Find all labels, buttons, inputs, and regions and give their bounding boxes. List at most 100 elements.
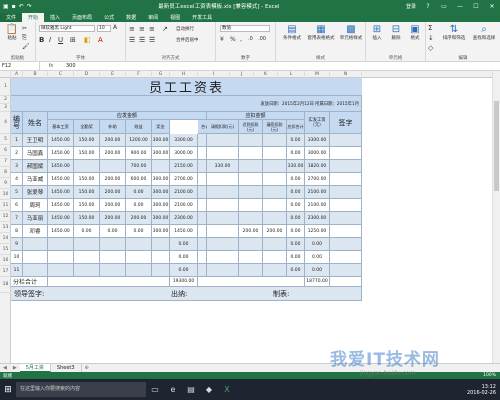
sign-in-link[interactable]: 登录 bbox=[406, 3, 420, 10]
table-cell-actual[interactable]: 2700.00 bbox=[305, 173, 330, 186]
table-cell-bonus[interactable]: 300.00 bbox=[152, 134, 170, 147]
table-cell-sign[interactable] bbox=[330, 251, 362, 264]
table-cell-sign[interactable] bbox=[330, 264, 362, 277]
table-cell-eff[interactable]: 1200.00 bbox=[126, 134, 152, 147]
table-cell-total[interactable]: 0.00 bbox=[170, 251, 198, 264]
table-cell-miss[interactable] bbox=[263, 199, 287, 212]
table-cell-leave[interactable] bbox=[207, 199, 239, 212]
ribbon-display-button[interactable]: ▭ bbox=[436, 3, 452, 10]
format-painter-icon[interactable]: 🖌 bbox=[22, 43, 30, 50]
column-header[interactable]: J bbox=[230, 71, 254, 78]
copy-icon[interactable]: ⎘ bbox=[22, 34, 27, 42]
table-cell-sub[interactable]: 200.00 bbox=[100, 212, 126, 225]
table-cell-total[interactable]: 2100.00 bbox=[170, 199, 198, 212]
font-color-icon[interactable]: A bbox=[98, 36, 103, 44]
table-cell-base[interactable] bbox=[48, 238, 74, 251]
table-cell-full[interactable] bbox=[74, 238, 100, 251]
table-cell-full[interactable] bbox=[74, 160, 100, 173]
table-cell-full[interactable] bbox=[74, 251, 100, 264]
table-cell-sign[interactable] bbox=[330, 186, 362, 199]
prev-sheet-icon[interactable]: ◀ bbox=[0, 365, 10, 371]
table-cell-bonus[interactable]: 300.00 bbox=[152, 147, 170, 160]
font-name-select[interactable]: 微软雅黑 Light bbox=[39, 25, 95, 32]
row-header[interactable]: 4 bbox=[0, 112, 11, 134]
row-header[interactable]: 17 bbox=[0, 266, 11, 277]
subtotal-actual[interactable]: 18770.00 bbox=[305, 277, 330, 287]
minimize-button[interactable]: — bbox=[452, 3, 468, 10]
table-cell-sub[interactable]: 200.00 bbox=[100, 199, 126, 212]
table-cell-no[interactable]: 5 bbox=[11, 186, 23, 199]
border-icon[interactable]: ⊞ bbox=[70, 36, 76, 44]
table-cell-eff[interactable]: 200.00 bbox=[126, 212, 152, 225]
table-cell-leave[interactable] bbox=[207, 238, 239, 251]
table-cell-full[interactable]: 0.00 bbox=[74, 225, 100, 238]
table-cell-sub[interactable]: 200.00 bbox=[100, 173, 126, 186]
table-cell-total[interactable]: 1450.00 bbox=[170, 225, 198, 238]
table-cell-sign[interactable] bbox=[330, 173, 362, 186]
autosum-icon[interactable]: Σ bbox=[428, 24, 432, 32]
table-cell-sub[interactable] bbox=[100, 251, 126, 264]
clear-icon[interactable]: ◇ bbox=[428, 44, 433, 52]
currency-icon[interactable]: ¥ bbox=[220, 36, 224, 43]
align-left-icon[interactable]: ☰ bbox=[129, 36, 135, 44]
row-header[interactable]: 2 bbox=[0, 96, 11, 104]
table-cell-sub[interactable] bbox=[100, 160, 126, 173]
table-cell-bonus[interactable] bbox=[152, 160, 170, 173]
table-cell-no[interactable]: 10 bbox=[11, 251, 23, 264]
subtotal-blank[interactable] bbox=[48, 277, 170, 287]
table-cell-sub[interactable]: 200.00 bbox=[100, 147, 126, 160]
column-header[interactable]: I bbox=[198, 71, 230, 78]
subheader-payable[interactable]: 基本工资 bbox=[48, 120, 74, 134]
cell-styles-button[interactable]: ▩ 单元格样式 bbox=[337, 24, 365, 41]
table-cell-sign[interactable] bbox=[330, 238, 362, 251]
table-cell-miss[interactable] bbox=[263, 134, 287, 147]
table-cell-dtotal[interactable]: 0.00 bbox=[287, 212, 305, 225]
table-cell-sub[interactable]: 200.00 bbox=[100, 134, 126, 147]
table-cell-no[interactable]: 8 bbox=[11, 225, 23, 238]
formula-input[interactable]: 300 bbox=[62, 63, 76, 69]
table-cell-bonus[interactable] bbox=[152, 264, 170, 277]
tab-developer[interactable]: 开发工具 bbox=[186, 13, 218, 22]
table-cell-sub[interactable] bbox=[100, 238, 126, 251]
table-cell-full[interactable]: 150.00 bbox=[74, 173, 100, 186]
align-bottom-icon[interactable]: ≡ bbox=[149, 25, 155, 33]
table-cell-base[interactable]: 1450.00 bbox=[48, 173, 74, 186]
subheader-deduction[interactable]: 迟到扣款(元) bbox=[239, 120, 263, 134]
table-cell-late[interactable] bbox=[239, 160, 263, 173]
table-cell-name[interactable]: 马亚威 bbox=[23, 173, 48, 186]
table-cell-dtotal[interactable]: 0.00 bbox=[287, 173, 305, 186]
column-header[interactable]: G bbox=[152, 71, 170, 78]
table-cell-name[interactable] bbox=[23, 238, 48, 251]
row-header[interactable]: 5 bbox=[0, 134, 11, 145]
subtotal-total[interactable]: 19300.00 bbox=[170, 277, 198, 287]
table-cell-sign[interactable] bbox=[330, 134, 362, 147]
table-cell-sign[interactable] bbox=[330, 225, 362, 238]
font-size-select[interactable]: 10 bbox=[97, 25, 111, 32]
table-cell-actual[interactable]: 2100.00 bbox=[305, 186, 330, 199]
row-header[interactable]: 12 bbox=[0, 211, 11, 222]
table-cell-name[interactable]: 郝国斌 bbox=[23, 160, 48, 173]
close-button[interactable]: ✕ bbox=[484, 3, 500, 10]
table-cell-miss[interactable]: 200.00 bbox=[263, 225, 287, 238]
undo-icon[interactable]: ↶ bbox=[19, 3, 24, 10]
sheet-title[interactable]: 员工工资表 bbox=[11, 78, 362, 96]
table-cell-late[interactable] bbox=[239, 147, 263, 160]
subheader-deduction[interactable]: 漏签扣款(元) bbox=[263, 120, 287, 134]
table-cell-full[interactable]: 150.00 bbox=[74, 147, 100, 160]
subtotal-label[interactable]: 分栏合计 bbox=[11, 277, 48, 287]
table-cell-sub[interactable] bbox=[100, 264, 126, 277]
tab-page-layout[interactable]: 页面布局 bbox=[66, 13, 98, 22]
merge-center-button[interactable]: 合并后居中 bbox=[176, 37, 199, 43]
table-cell-base[interactable]: 1450.00 bbox=[48, 186, 74, 199]
column-header[interactable]: C bbox=[48, 71, 74, 78]
table-cell-late[interactable] bbox=[239, 212, 263, 225]
table-cell-bonus[interactable]: 300.00 bbox=[152, 186, 170, 199]
percent-icon[interactable]: % bbox=[230, 36, 236, 43]
table-cell-name[interactable]: 马国鑫 bbox=[23, 147, 48, 160]
insert-cells-button[interactable]: ⊞ 插入 bbox=[368, 24, 386, 41]
comma-icon[interactable]: , bbox=[240, 36, 242, 43]
table-cell-full[interactable]: 150.00 bbox=[74, 199, 100, 212]
column-header[interactable]: D bbox=[74, 71, 100, 78]
subheader-payable[interactable]: 全勤奖 bbox=[74, 120, 100, 134]
table-cell-blank[interactable] bbox=[198, 212, 207, 225]
